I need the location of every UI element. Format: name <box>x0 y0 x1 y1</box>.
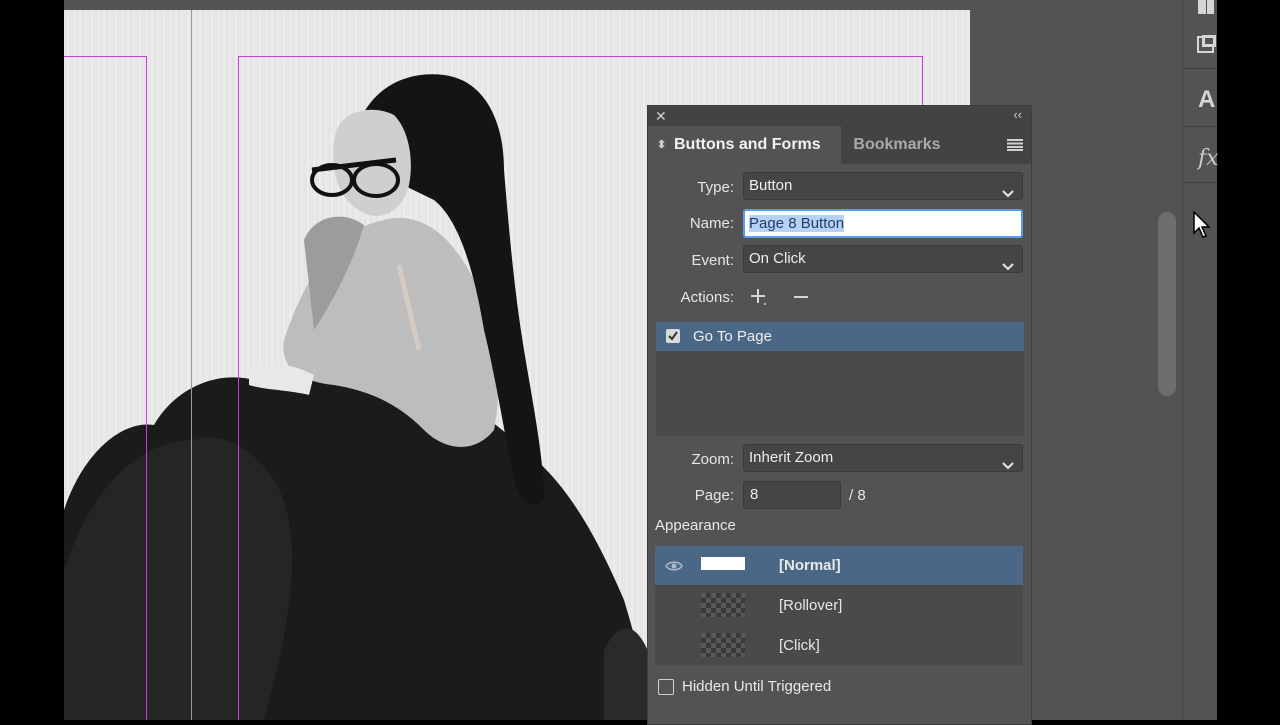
tab-label: Buttons and Forms <box>674 136 821 153</box>
collapse-panel-icon[interactable]: ‹‹ <box>1013 107 1022 122</box>
character-icon[interactable]: A <box>1198 86 1215 114</box>
margin-guide-left-page <box>64 56 147 720</box>
panel-tab-bar: ⬍ Buttons and Forms Bookmarks <box>648 126 1031 164</box>
type-value: Button <box>749 177 793 194</box>
appearance-state-click[interactable]: [Click] <box>655 626 1023 665</box>
event-value: On Click <box>749 250 806 267</box>
pages-icon[interactable] <box>1196 0 1216 23</box>
buttons-and-forms-panel: ✕ ‹‹ ⬍ Buttons and Forms Bookmarks Type:… <box>647 105 1032 725</box>
page-total: / 8 <box>849 487 866 504</box>
page-label: Page: <box>694 487 734 504</box>
name-field[interactable]: Page 8 Button <box>743 209 1023 238</box>
state-label: [Normal] <box>779 557 841 574</box>
strip-divider <box>1183 182 1217 183</box>
action-label: Go To Page <box>693 328 772 345</box>
state-label: [Rollover] <box>779 597 843 614</box>
panel-options-toggle-icon[interactable]: ⬍ <box>657 126 666 164</box>
panel-dock-strip: A fx <box>1182 0 1219 720</box>
hidden-until-triggered-checkbox[interactable] <box>658 679 674 695</box>
type-label: Type: <box>697 179 734 196</box>
state-thumbnail-empty <box>701 593 745 617</box>
appearance-list: [Normal] [Rollover] [Click] <box>655 546 1023 665</box>
zoom-label: Zoom: <box>691 451 734 468</box>
state-label: [Click] <box>779 637 820 654</box>
action-row-go-to-page[interactable]: Go To Page <box>656 322 1024 351</box>
mouse-cursor-icon <box>1193 210 1211 244</box>
zoom-value: Inherit Zoom <box>749 449 834 466</box>
page-number-input[interactable]: 8 <box>743 481 841 509</box>
strip-divider <box>1183 126 1217 127</box>
eye-icon[interactable] <box>665 559 683 576</box>
panel-title-bar[interactable]: ✕ ‹‹ <box>648 106 1031 126</box>
close-panel-icon[interactable]: ✕ <box>655 108 667 125</box>
state-thumbnail <box>701 557 745 570</box>
type-dropdown[interactable]: Button <box>743 172 1023 200</box>
chevron-down-icon <box>1002 254 1014 280</box>
effects-icon[interactable]: fx <box>1198 146 1219 171</box>
actions-list: Go To Page <box>656 322 1024 436</box>
appearance-state-normal[interactable]: [Normal] <box>655 546 1023 585</box>
name-value: Page 8 Button <box>749 215 845 232</box>
tab-bookmarks[interactable]: Bookmarks <box>841 126 953 164</box>
appearance-state-rollover[interactable]: [Rollover] <box>655 586 1023 625</box>
tab-buttons-and-forms[interactable]: ⬍ Buttons and Forms <box>648 126 841 164</box>
name-label: Name: <box>689 215 734 232</box>
actions-label: Actions: <box>680 289 734 306</box>
panel-menu-icon[interactable] <box>1007 138 1023 155</box>
state-thumbnail-empty <box>701 633 745 657</box>
zoom-dropdown[interactable]: Inherit Zoom <box>743 444 1023 472</box>
event-label: Event: <box>691 252 734 269</box>
add-action-icon[interactable] <box>750 288 768 310</box>
vertical-scrollbar-thumb[interactable] <box>1158 212 1176 396</box>
chevron-down-icon <box>1002 453 1014 479</box>
event-dropdown[interactable]: On Click <box>743 245 1023 273</box>
links-icon[interactable] <box>1197 34 1217 59</box>
chevron-down-icon <box>1002 181 1014 207</box>
appearance-heading: Appearance <box>655 517 736 534</box>
hidden-until-triggered-label: Hidden Until Triggered <box>682 678 832 695</box>
spine-guide <box>191 10 192 720</box>
action-enabled-checkbox[interactable] <box>666 329 680 343</box>
remove-action-icon[interactable] <box>793 288 809 310</box>
strip-divider <box>1183 68 1217 69</box>
